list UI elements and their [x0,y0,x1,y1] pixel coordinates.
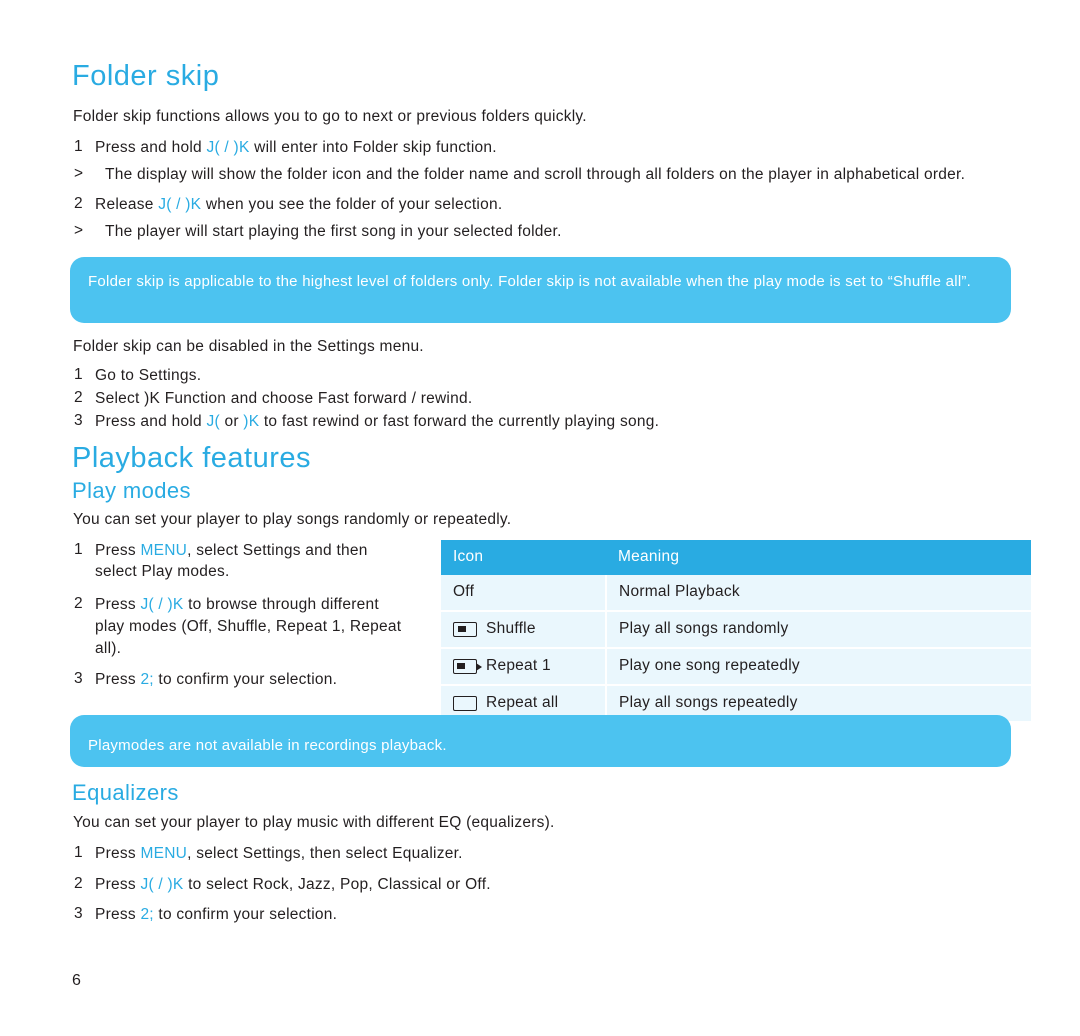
step-text-pre: Press [95,596,141,613]
heading-play-modes: Play modes [72,478,191,503]
folder-skip-note-1: The display will show the folder icon an… [105,166,966,183]
step-text-pre: Release [95,196,159,213]
play-modes-step-1-line2: select Play modes. [95,563,230,580]
mode-label: Repeat all [486,694,559,711]
key-glyph: MENU [140,542,188,559]
step-marker: 1 [74,138,83,155]
step-text-pre: Press [95,542,141,559]
table-cell-icon: Shuffle [441,611,607,649]
key-glyph: J( / )K [140,876,184,893]
table-header-meaning: Meaning [606,540,1031,575]
table-cell-meaning: Play all songs randomly [606,611,1031,649]
tip-box-play-modes: Playmodes are not available in recording… [70,715,1011,767]
icon-cell-repeat-1: Repeat 1 [453,657,593,675]
step-text-post: to select Rock, Jazz, Pop, Classical or … [183,876,491,893]
heading-playback-features: Playback features [72,442,312,474]
equalizers-step-1: Press MENU, select Settings, then select… [95,844,463,864]
step-text-post: to confirm your selection. [153,906,338,923]
mode-label: Repeat 1 [486,657,551,674]
icon-cell-repeat-all: Repeat all [453,694,593,712]
key-glyph: J( / )K [140,596,184,613]
step-text-post: to confirm your selection. [153,671,338,688]
table-row: Shuffle Play all songs randomly [441,611,1031,649]
equalizers-step-3: Press 2; to confirm your selection. [95,905,337,925]
equalizers-intro: You can set your player to play music wi… [73,814,555,831]
step-text-post: , select Settings and then [187,542,368,559]
step-marker: 1 [74,366,83,383]
icon-cell-off: Off [453,583,593,601]
step-marker: > [74,222,84,239]
step-text-post: will enter into Folder skip function. [249,139,497,156]
play-modes-step-2-line2: play modes (Off, Shuffle, Repeat 1, Repe… [95,618,402,635]
play-modes-step-3: Press 2; to confirm your selection. [95,670,337,690]
mode-label: Shuffle [486,620,536,637]
step-marker: 2 [74,195,83,212]
key-glyph: 2; [140,906,154,923]
play-modes-intro: You can set your player to play songs ra… [73,511,512,528]
mode-label: Off [453,583,475,600]
step-text-post: , select Settings, then select Equalizer… [187,845,463,862]
folder-skip-step-1: Press and hold J( / )K will enter into F… [95,138,497,158]
play-modes-table: Icon Meaning Off Normal Playback Shuffle [441,540,1031,721]
step-marker: 3 [74,905,83,922]
repeat-all-icon [453,695,477,711]
step-text-post: to browse through different [183,596,379,613]
settings-step-3: Press and hold J( or )K to fast rewind o… [95,412,659,432]
repeat-one-icon [453,658,482,674]
table-cell-meaning: Normal Playback [606,575,1031,612]
icon-cell-shuffle: Shuffle [453,620,593,638]
step-marker: > [74,165,84,182]
key-glyph: J( [206,413,220,430]
folder-skip-after-tip: Folder skip can be disabled in the Setti… [73,338,424,355]
table-header-icon: Icon [441,540,606,575]
step-marker: 2 [74,389,83,406]
play-modes-step-1: Press MENU, select Settings and then [95,541,368,561]
step-text-pre: Press [95,845,141,862]
step-text-pre: Press [95,906,141,923]
step-marker: 3 [74,670,83,687]
tip-box-folder-skip: Folder skip is applicable to the highest… [70,257,1011,323]
step-text-post: to fast rewind or fast forward the curre… [259,413,660,430]
step-marker: 3 [74,412,83,429]
key-glyph: MENU [140,845,188,862]
table-cell-icon: Repeat 1 [441,648,607,686]
settings-step-2: Select )K Function and choose Fast forwa… [95,390,473,407]
folder-skip-step-2: Release J( / )K when you see the folder … [95,195,502,215]
play-modes-step-2: Press J( / )K to browse through differen… [95,595,379,615]
heading-folder-skip: Folder skip [72,60,220,92]
step-text-pre: Press and hold [95,413,207,430]
step-text-pre: Press and hold [95,139,207,156]
step-text-post: when you see the folder of your selectio… [201,196,503,213]
table-row: Repeat 1 Play one song repeatedly [441,648,1031,686]
step-text-mid: or [219,413,244,430]
folder-skip-note-2: The player will start playing the first … [105,223,562,240]
page-number: 6 [72,972,81,989]
key-glyph: )K [243,413,260,430]
settings-step-1: Go to Settings. [95,367,202,384]
play-modes-step-2-line3: all). [95,640,122,657]
key-glyph: J( / )K [158,196,202,213]
key-glyph: J( / )K [206,139,250,156]
step-text-pre: Press [95,671,141,688]
folder-skip-intro: Folder skip functions allows you to go t… [73,108,587,125]
table-row: Off Normal Playback [441,575,1031,612]
equalizers-step-2: Press J( / )K to select Rock, Jazz, Pop,… [95,875,491,895]
document-page: Folder skip Folder skip functions allows… [0,0,1080,1036]
heading-equalizers: Equalizers [72,780,179,805]
step-marker: 1 [74,541,83,558]
step-marker: 2 [74,595,83,612]
table-header-row: Icon Meaning [441,540,1031,575]
table-cell-icon: Off [441,575,607,612]
table-cell-meaning: Play one song repeatedly [606,648,1031,686]
key-glyph: 2; [140,671,154,688]
step-marker: 2 [74,875,83,892]
shuffle-icon [453,621,477,637]
step-text-pre: Press [95,876,141,893]
step-marker: 1 [74,844,83,861]
